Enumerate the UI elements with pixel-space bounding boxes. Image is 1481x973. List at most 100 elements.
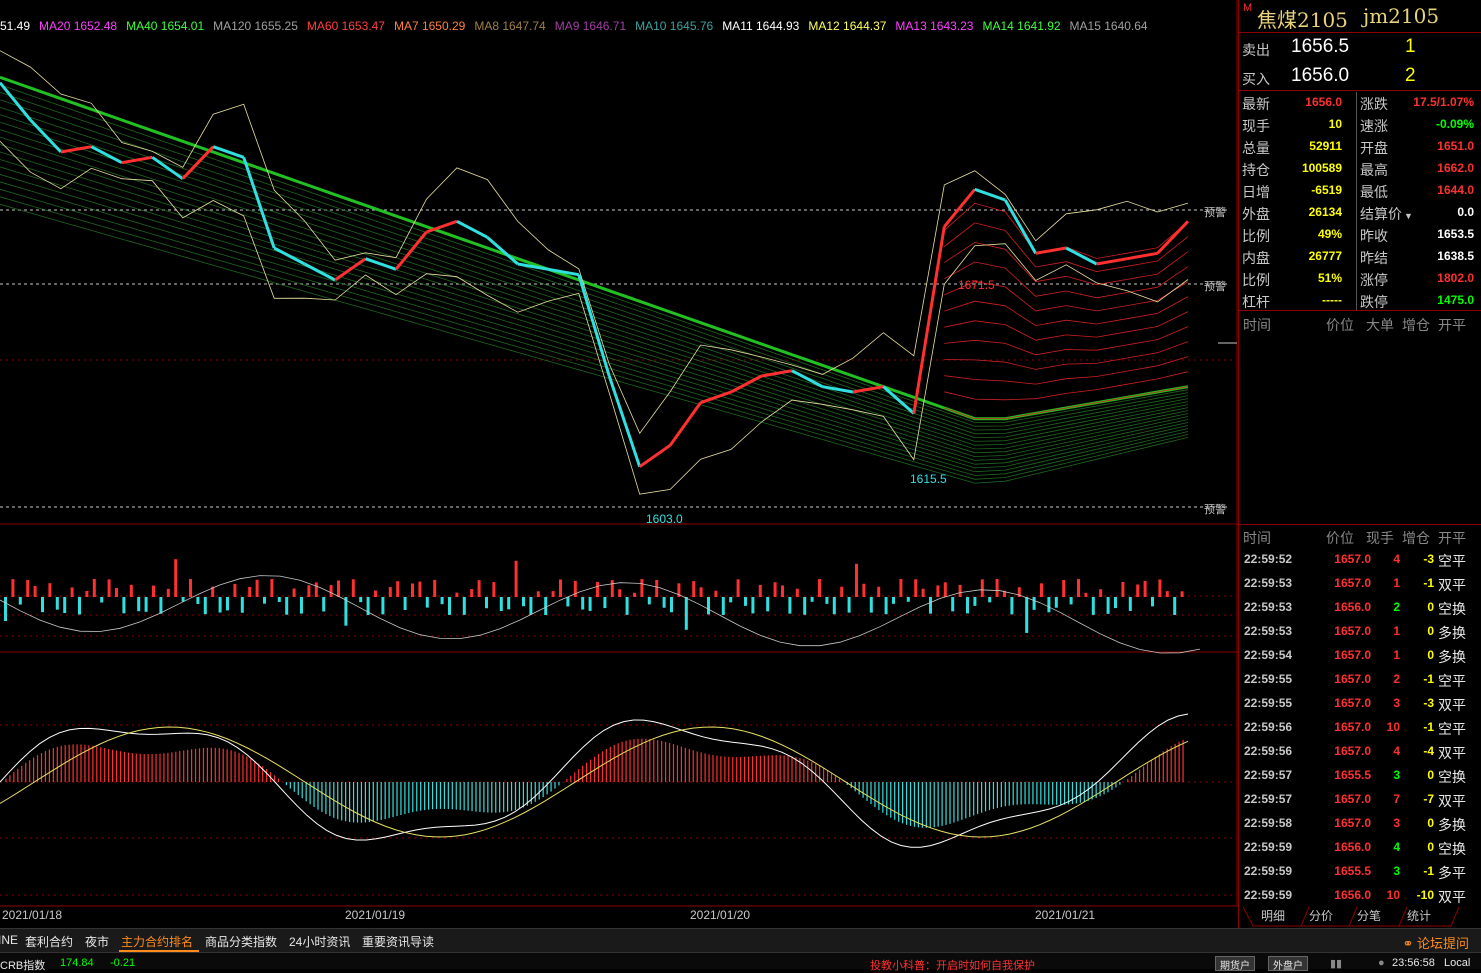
forum-ask-label: 论坛提问 [1416,936,1469,951]
volume-bar [1032,597,1036,610]
quote-row: 外盘 26134 结算价 ▼ 0.0 [1239,202,1481,224]
tick-row[interactable]: 22:59:59 1656.0 10 -10 双平 [1239,884,1481,908]
bottom-tab-bar: INE 套利合约 夜市 主力合约排名 商品分类指数 24小时资讯 重要资讯导读 … [0,928,1481,953]
volume-bar [522,597,525,607]
tick-row[interactable]: 22:59:53 1656.0 2 0 空换 [1239,596,1481,620]
quote-value: 26134 [1308,205,1342,219]
tick-size: 3 [1393,696,1400,710]
tab-night-market[interactable]: 夜市 [85,933,109,950]
tick-price: 1656.0 [1334,840,1371,854]
alert-label-2[interactable]: 预警 [1204,278,1226,294]
tick-oi-change: 0 [1427,816,1434,830]
volume-bar [559,579,562,597]
tick-time: 22:59:58 [1244,816,1293,830]
col-oi: 增仓 [1402,530,1430,546]
alert-label-3[interactable]: 预警 [1204,501,1226,517]
volume-bar [307,585,311,597]
tick-time: 22:59:55 [1244,696,1293,710]
tab-main-contract-rank[interactable]: 主力合约排名 [121,933,193,950]
volume-bar [855,563,858,597]
tick-row[interactable]: 22:59:58 1657.0 3 0 多换 [1239,812,1481,836]
tick-row[interactable]: 22:59:59 1656.0 4 0 空换 [1239,836,1481,860]
tick-row[interactable]: 22:59:55 1657.0 2 -1 空平 [1239,668,1481,692]
tick-time: 22:59:59 [1244,888,1293,902]
tick-open-close: 双平 [1438,889,1466,905]
ma-legend-item: MA11 1644.93 [722,19,800,33]
bid-volume: 2 [1405,65,1416,86]
ma-line-red [944,311,1189,341]
volume-bar [588,597,592,611]
price-segment [1126,251,1158,261]
tick-size: 2 [1393,600,1400,614]
tab-arbitrage[interactable]: 套利合约 [25,933,73,950]
chart-area[interactable]: 51.49 MA20 1652.48 MA40 1654.01 MA120 1655.… [0,0,1238,922]
tick-row[interactable]: 22:59:56 1657.0 4 -4 双平 [1239,740,1481,764]
quote-value: 26777 [1308,249,1342,263]
tip-link[interactable]: 投教小科普：开启时如何自我保护 [870,957,1035,973]
volume-bar [55,597,59,610]
kline-chart[interactable] [0,0,1238,908]
contract-name: 焦煤2105 [1257,8,1348,32]
ma-line-red [944,326,1189,356]
volume-bar [351,579,355,597]
tick-open-close: 空换 [1438,601,1466,617]
volume-bar [137,597,141,612]
tick-row[interactable]: 22:59:53 1657.0 1 0 多换 [1239,620,1481,644]
quote-value: ----- [1322,293,1342,307]
tick-row[interactable]: 22:59:52 1657.0 4 -3 空平 [1239,548,1481,572]
col-time: 时间 [1243,530,1271,546]
ma-line [0,144,1189,454]
foreign-account-button[interactable]: 外盘户 [1268,956,1308,972]
volume-bar [152,585,155,597]
contract-title[interactable]: M 焦煤2105 jm2105 [1239,0,1481,32]
tick-row[interactable]: 22:59:53 1657.0 1 -1 双平 [1239,572,1481,596]
tick-row[interactable]: 22:59:54 1657.0 1 0 多换 [1239,644,1481,668]
price-segment [1096,257,1128,266]
tab-ine[interactable]: INE [0,933,18,947]
tab-key-news[interactable]: 重要资讯导读 [362,933,434,950]
quote-value: 49% [1317,227,1342,241]
tick-time: 22:59:56 [1244,744,1293,758]
tick-oi-change: 0 [1427,600,1434,614]
tick-price: 1657.0 [1334,576,1371,590]
bid-label: 买入 [1242,71,1270,87]
tab-price-level[interactable]: 分价 [1309,907,1333,924]
quote-label: 日增 [1242,184,1270,200]
col-size: 现手 [1366,530,1394,546]
tick-row[interactable]: 22:59:56 1657.0 10 -1 空平 [1239,716,1481,740]
volume-bar [684,597,688,630]
tab-24h-news[interactable]: 24小时资讯 [289,933,350,950]
tick-size: 10 [1386,888,1400,902]
tab-tick[interactable]: 分笔 [1357,907,1381,924]
tick-oi-change: -10 [1416,888,1434,902]
tick-open-close: 空换 [1438,841,1466,857]
volume-bar [189,579,192,597]
tab-detail[interactable]: 明细 [1261,907,1285,924]
volume-bar [803,597,807,615]
volume-bar [92,579,96,597]
index-label[interactable]: CRB指数 [0,957,45,973]
volume-bar [292,588,296,597]
quote-label[interactable]: 结算价 ▼ [1360,204,1413,224]
alert-label-1[interactable]: 预警 [1204,204,1226,220]
tick-row[interactable]: 22:59:55 1657.0 3 -3 双平 [1239,692,1481,716]
dropdown-arrow-icon[interactable]: ▼ [1404,211,1413,221]
tick-oi-change: -3 [1423,552,1434,566]
volume-bar [929,597,932,614]
tick-row[interactable]: 22:59:59 1655.5 3 -1 多平 [1239,860,1481,884]
futures-account-button[interactable]: 期货户 [1215,956,1255,972]
ask-row[interactable]: 卖出 1656.5 1 [1239,33,1481,61]
forum-ask-link[interactable]: ⚭ 论坛提问 [1402,933,1469,952]
volume-bar [26,580,30,597]
quote-value: 17.5/1.07% [1413,95,1474,109]
ma-legend-item: MA8 1647.74 [474,19,546,33]
quote-row: 总量 52911 开盘 1651.0 [1239,136,1481,158]
open-interest-line [0,575,1201,654]
tick-row[interactable]: 22:59:57 1655.5 3 0 空换 [1239,764,1481,788]
volume-bar [633,592,636,597]
bid-row[interactable]: 买入 1656.0 2 [1239,62,1481,90]
tick-row[interactable]: 22:59:57 1657.0 7 -7 双平 [1239,788,1481,812]
tab-stats[interactable]: 统计 [1407,907,1431,924]
ask-volume: 1 [1405,36,1416,57]
tab-commodity-index[interactable]: 商品分类指数 [205,933,277,950]
